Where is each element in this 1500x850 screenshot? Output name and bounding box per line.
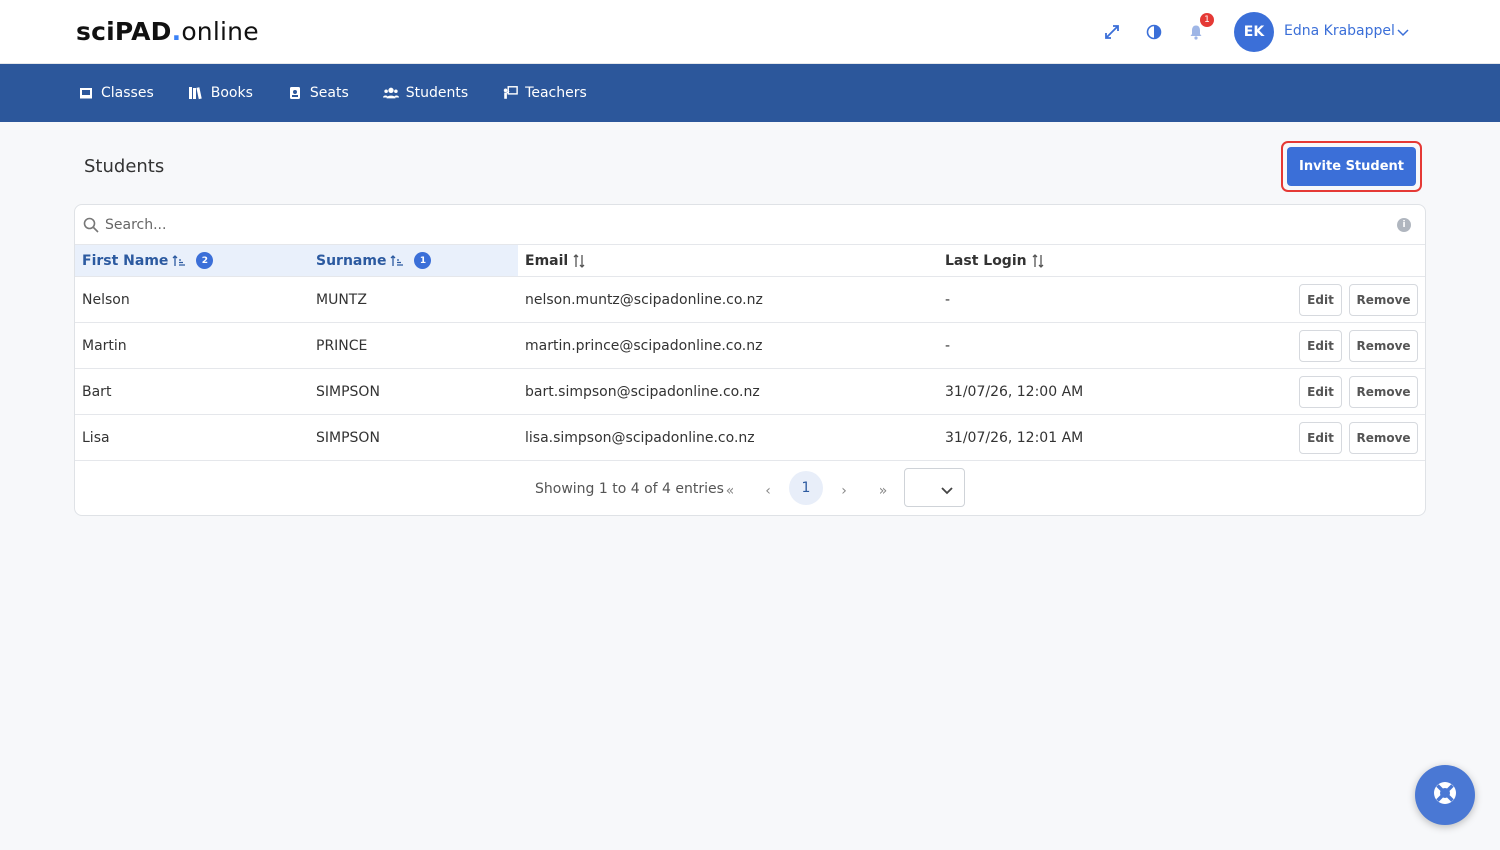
help-button[interactable] <box>1415 765 1475 825</box>
cell-first-name: Bart <box>82 384 112 400</box>
chevron-down-icon[interactable] <box>1396 24 1410 43</box>
edit-button[interactable]: Edit <box>1299 422 1342 454</box>
cell-last-login: - <box>945 292 951 308</box>
edit-button[interactable]: Edit <box>1299 376 1342 408</box>
search-bar: i <box>75 205 1425 245</box>
nav-item-teachers[interactable]: Teachers <box>502 85 587 101</box>
avatar[interactable]: EK <box>1234 12 1274 52</box>
cell-email: nelson.muntz@scipadonline.co.nz <box>525 292 763 308</box>
bell-icon[interactable]: 1 <box>1186 13 1214 42</box>
cell-email: lisa.simpson@scipadonline.co.nz <box>525 430 755 446</box>
cell-surname: PRINCE <box>316 338 368 354</box>
books-icon <box>188 85 204 101</box>
table-row: Nelson MUNTZ nelson.muntz@scipadonline.c… <box>75 277 1425 323</box>
search-input[interactable] <box>105 215 805 235</box>
remove-button[interactable]: Remove <box>1349 284 1418 316</box>
column-header-first-name[interactable]: First Name 2 <box>75 245 309 276</box>
last-page-button[interactable]: » <box>867 475 899 507</box>
edit-button[interactable]: Edit <box>1299 284 1342 316</box>
nav-item-students[interactable]: Students <box>382 85 468 101</box>
invite-button-highlight: Invite Student <box>1281 141 1422 192</box>
cell-surname: SIMPSON <box>316 384 380 400</box>
remove-button[interactable]: Remove <box>1349 330 1418 362</box>
edit-button[interactable]: Edit <box>1299 330 1342 362</box>
cell-first-name: Lisa <box>82 430 110 446</box>
first-page-button[interactable]: « <box>714 475 746 507</box>
prev-page-button[interactable]: ‹ <box>752 475 784 507</box>
cell-first-name: Nelson <box>82 292 130 308</box>
cell-last-login: 31/07/26, 12:01 AM <box>945 430 1084 446</box>
teacher-icon <box>502 85 518 101</box>
sort-icon <box>1031 253 1045 268</box>
page-number-button[interactable]: 1 <box>789 471 823 505</box>
lifebuoy-icon <box>1431 779 1459 811</box>
students-table-card: i First Name 2 Surname 1 Email Last Logi… <box>74 204 1426 516</box>
info-icon[interactable]: i <box>1397 218 1411 232</box>
chevron-down-icon <box>940 482 954 501</box>
notification-badge: 1 <box>1200 13 1214 27</box>
nav-item-classes[interactable]: Classes <box>78 85 154 101</box>
seat-icon <box>287 85 303 101</box>
pagination-info: Showing 1 to 4 of 4 entries <box>535 481 724 497</box>
next-page-button[interactable]: › <box>828 475 860 507</box>
user-name[interactable]: Edna Krabappel <box>1284 23 1395 39</box>
contrast-icon[interactable] <box>1144 22 1164 42</box>
column-header-last-login[interactable]: Last Login <box>945 245 1045 276</box>
table-row: Bart SIMPSON bart.simpson@scipadonline.c… <box>75 369 1425 415</box>
nav-item-seats[interactable]: Seats <box>287 85 349 101</box>
invite-student-button[interactable]: Invite Student <box>1287 147 1416 186</box>
column-header-surname[interactable]: Surname 1 <box>309 245 518 276</box>
cell-surname: MUNTZ <box>316 292 367 308</box>
whiteboard-icon <box>78 85 94 101</box>
page-title: Students <box>84 156 165 177</box>
sort-ascending-icon <box>390 254 404 267</box>
sort-order-badge: 2 <box>196 252 214 269</box>
remove-button[interactable]: Remove <box>1349 422 1418 454</box>
app-logo[interactable]: sciPAD.online <box>76 17 259 46</box>
search-icon <box>83 217 99 237</box>
cell-email: bart.simpson@scipadonline.co.nz <box>525 384 760 400</box>
remove-button[interactable]: Remove <box>1349 376 1418 408</box>
table-row: Lisa SIMPSON lisa.simpson@scipadonline.c… <box>75 415 1425 461</box>
expand-icon[interactable] <box>1102 22 1122 42</box>
sort-ascending-icon <box>172 254 186 267</box>
pagination: Showing 1 to 4 of 4 entries « ‹ 1 › » <box>75 461 1425 515</box>
top-header: sciPAD.online 1 EK Edna Krabappel <box>0 0 1500 64</box>
cell-first-name: Martin <box>82 338 127 354</box>
column-header-email[interactable]: Email <box>525 245 586 276</box>
cell-surname: SIMPSON <box>316 430 380 446</box>
students-icon <box>382 85 399 101</box>
cell-email: martin.prince@scipadonline.co.nz <box>525 338 763 354</box>
nav-item-books[interactable]: Books <box>188 85 253 101</box>
cell-last-login: 31/07/26, 12:00 AM <box>945 384 1084 400</box>
main-nav: Classes Books Seats Students Teachers <box>0 64 1500 122</box>
table-row: Martin PRINCE martin.prince@scipadonline… <box>75 323 1425 369</box>
sort-icon <box>572 253 586 268</box>
page-size-select[interactable] <box>904 468 965 507</box>
cell-last-login: - <box>945 338 951 354</box>
table-header: First Name 2 Surname 1 Email Last Login <box>75 245 1425 277</box>
sort-order-badge: 1 <box>414 252 432 269</box>
